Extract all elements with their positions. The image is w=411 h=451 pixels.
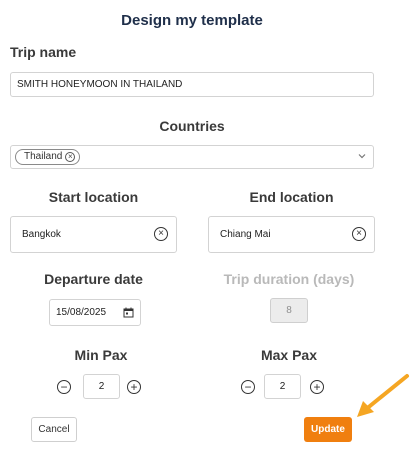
max-pax-decrement-button[interactable]: − bbox=[241, 380, 255, 394]
min-pax-label: Min Pax bbox=[74, 347, 128, 363]
departure-date-value: 15/08/2025 bbox=[56, 307, 107, 318]
max-pax-label: Max Pax bbox=[260, 347, 318, 363]
start-location-value: Bangkok bbox=[22, 229, 61, 240]
departure-date-label: Departure date bbox=[44, 271, 143, 287]
trip-duration-input: 8 bbox=[270, 298, 308, 323]
end-location-input[interactable]: Chiang Mai × bbox=[208, 216, 375, 253]
max-pax-increment-button[interactable]: + bbox=[310, 380, 324, 394]
countries-select[interactable]: Thailand × bbox=[10, 145, 374, 169]
close-circle-icon[interactable]: × bbox=[154, 227, 168, 241]
minus-circle-icon: − bbox=[60, 380, 68, 394]
country-chip-label: Thailand bbox=[24, 151, 63, 162]
start-location-label: Start location bbox=[48, 189, 139, 205]
calendar-icon[interactable] bbox=[123, 307, 134, 318]
close-circle-icon[interactable]: × bbox=[352, 227, 366, 241]
trip-name-label: Trip name bbox=[10, 44, 77, 60]
min-pax-decrement-button[interactable]: − bbox=[57, 380, 71, 394]
trip-name-input[interactable]: SMITH HONEYMOON IN THAILAND bbox=[10, 72, 374, 97]
cancel-button[interactable]: Cancel bbox=[31, 417, 77, 442]
country-chip: Thailand × bbox=[15, 149, 81, 165]
departure-date-input[interactable]: 15/08/2025 bbox=[49, 299, 141, 326]
trip-duration-label: Trip duration (days) bbox=[223, 271, 355, 287]
plus-circle-icon: + bbox=[130, 380, 138, 394]
max-pax-input[interactable]: 2 bbox=[264, 374, 301, 399]
plus-circle-icon: + bbox=[313, 380, 321, 394]
countries-label: Countries bbox=[159, 118, 225, 134]
update-button[interactable]: Update bbox=[304, 417, 352, 442]
dialog-title: Design my template bbox=[121, 12, 263, 29]
close-circle-icon[interactable]: × bbox=[65, 152, 76, 162]
minus-circle-icon: − bbox=[244, 380, 252, 394]
end-location-value: Chiang Mai bbox=[220, 229, 271, 240]
min-pax-input[interactable]: 2 bbox=[83, 374, 120, 399]
design-template-dialog: Design my template Trip name SMITH HONEY… bbox=[0, 0, 411, 451]
min-pax-increment-button[interactable]: + bbox=[127, 380, 141, 394]
start-location-input[interactable]: Bangkok × bbox=[10, 216, 177, 253]
chevron-down-icon[interactable] bbox=[357, 151, 367, 161]
end-location-label: End location bbox=[249, 189, 334, 205]
arrow-icon bbox=[357, 374, 409, 417]
